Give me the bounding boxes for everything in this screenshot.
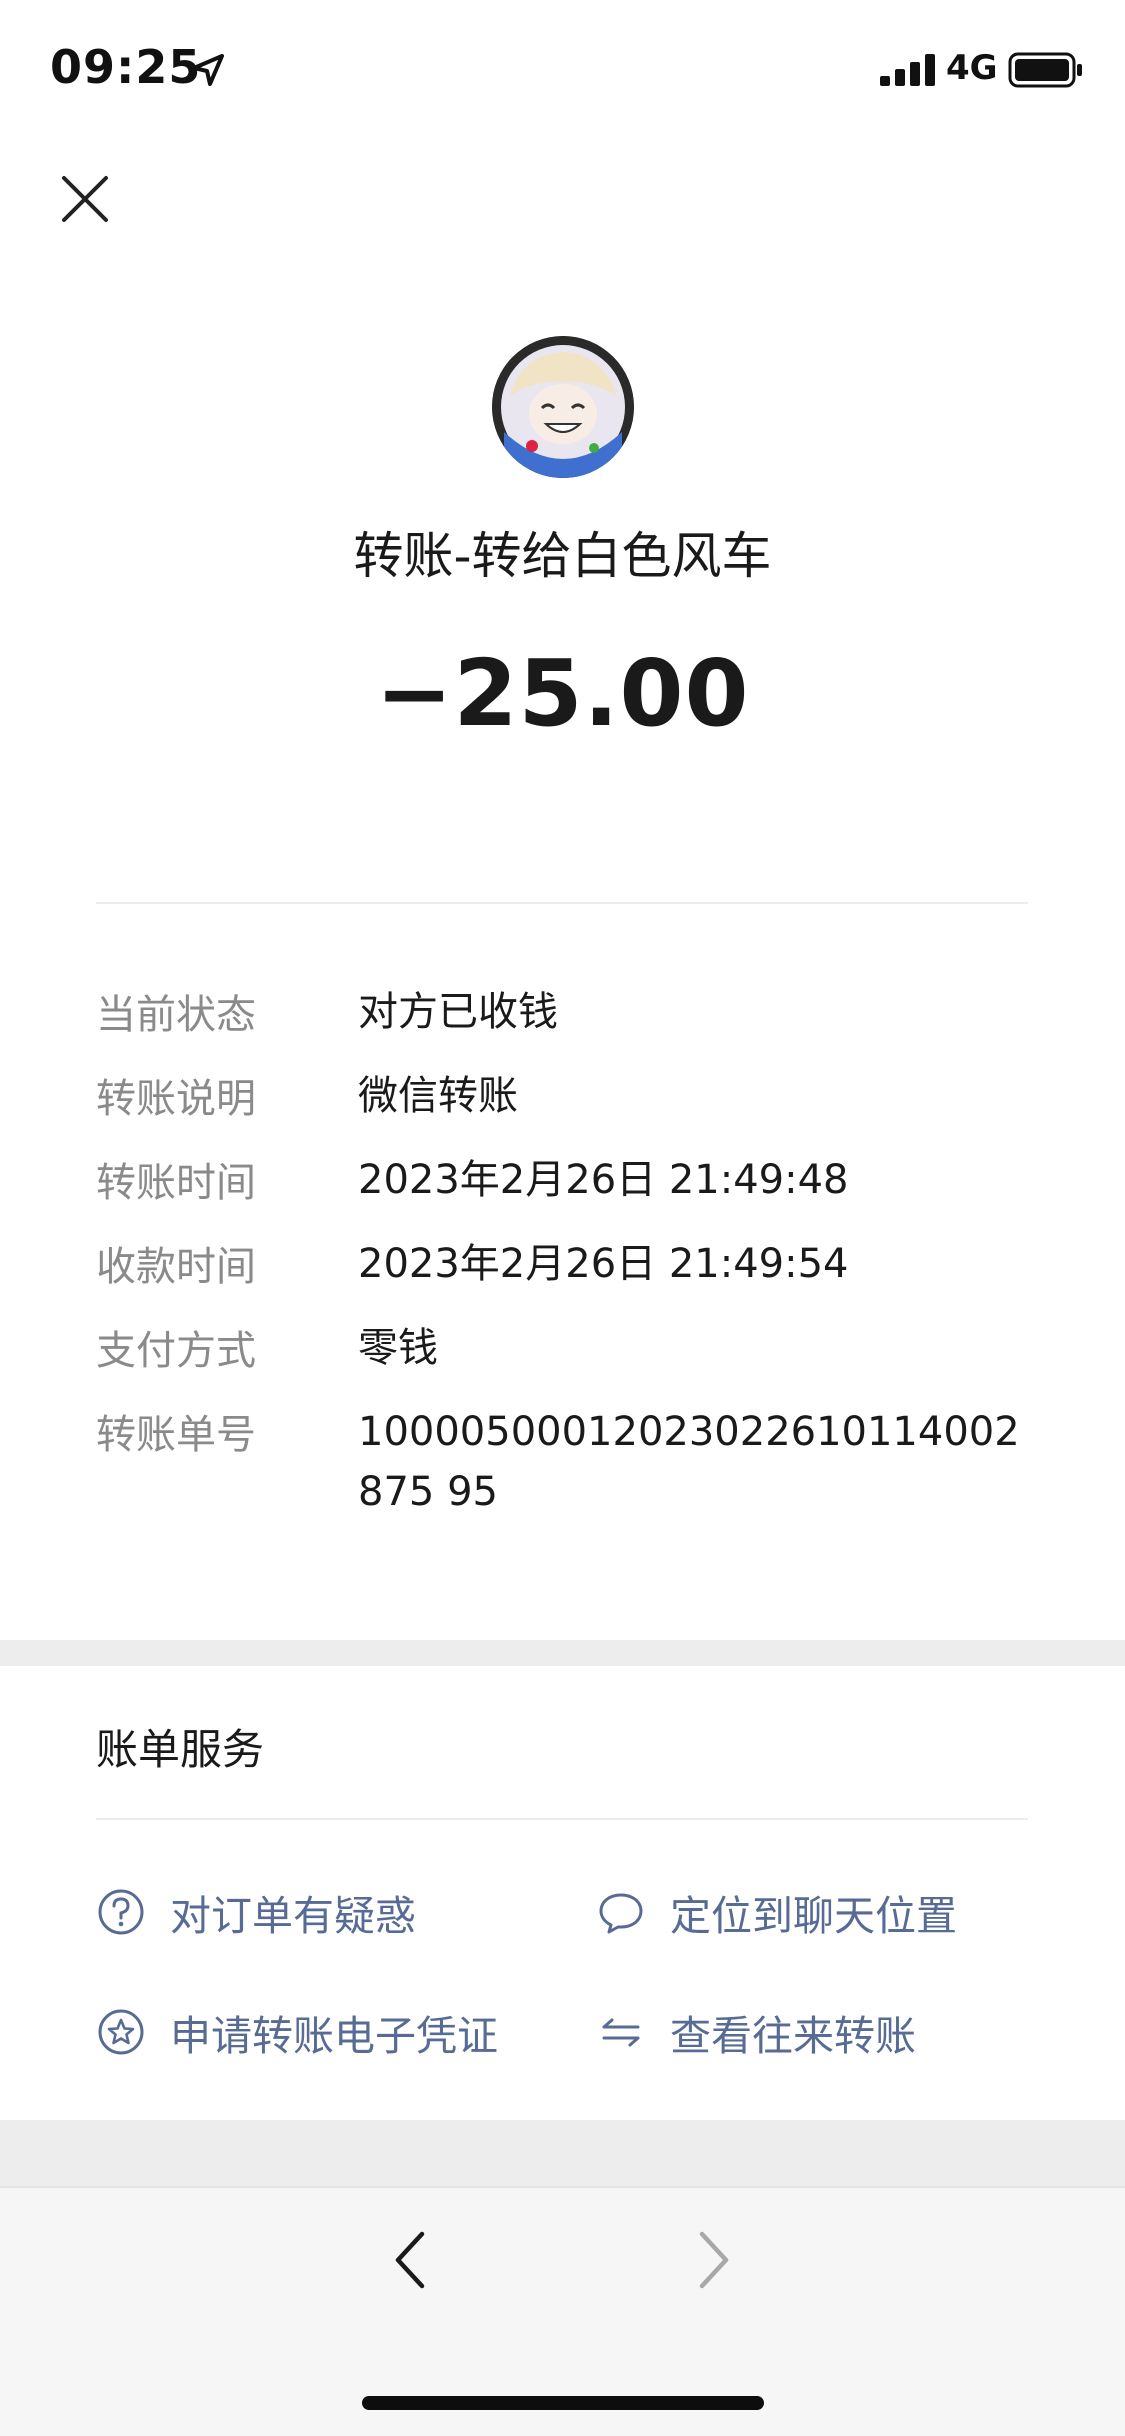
transfer-arrows-icon — [602, 2018, 640, 2047]
chat-bubble-icon — [599, 1893, 643, 1934]
detail-value: 零钱 — [358, 1325, 438, 1371]
order-question-label: 对订单有疑惑 — [170, 1892, 416, 1940]
chevron-left-icon[interactable] — [386, 2228, 436, 2292]
close-icon[interactable] — [58, 172, 112, 226]
detail-label: 转账时间 — [96, 1160, 256, 1206]
apply-voucher-link[interactable]: 申请转账电子凭证 — [96, 2002, 498, 2062]
status-bar: 09:25 4G — [0, 0, 1125, 140]
detail-label: 转账说明 — [96, 1076, 256, 1122]
bill-services-title: 账单服务 — [96, 1725, 265, 1774]
view-transfers-label: 查看往来转账 — [670, 2012, 916, 2060]
detail-label: 当前状态 — [96, 992, 256, 1038]
divider — [96, 1818, 1028, 1820]
question-circle-icon — [98, 1889, 144, 1935]
avatar[interactable] — [492, 336, 634, 478]
order-question-link[interactable]: 对订单有疑惑 — [96, 1882, 416, 1942]
view-transfers-link[interactable]: 查看往来转账 — [596, 2002, 916, 2062]
locate-chat-label: 定位到聊天位置 — [670, 1892, 957, 1940]
transfer-title: 转账-转给白色风车 — [353, 527, 772, 585]
detail-value: 2023年2月26日 21:49:48 — [358, 1157, 849, 1203]
section-separator — [0, 1640, 1125, 1666]
signal-bars-icon — [880, 54, 935, 86]
section-separator — [0, 2120, 1125, 2186]
locate-chat-link[interactable]: 定位到聊天位置 — [596, 1882, 957, 1942]
apply-voucher-label: 申请转账电子凭证 — [170, 2012, 498, 2060]
detail-value-transfer-number[interactable]: 10000500012023022610114002875 95 — [358, 1402, 1028, 1522]
detail-label: 转账单号 — [96, 1412, 256, 1458]
location-arrow-icon — [192, 54, 224, 86]
detail-label: 支付方式 — [96, 1328, 256, 1374]
detail-value: 对方已收钱 — [358, 989, 558, 1035]
network-type: 4G — [946, 48, 998, 88]
star-circle-icon — [98, 2009, 144, 2055]
divider — [96, 902, 1028, 904]
status-time: 09:25 — [50, 40, 202, 94]
detail-value: 2023年2月26日 21:49:54 — [358, 1241, 849, 1287]
chevron-right-icon[interactable] — [688, 2228, 738, 2292]
home-indicator[interactable] — [362, 2396, 764, 2410]
detail-label: 收款时间 — [96, 1244, 256, 1290]
battery-icon — [1008, 52, 1082, 88]
detail-value: 微信转账 — [358, 1073, 518, 1119]
transfer-amount: −25.00 — [375, 640, 750, 747]
